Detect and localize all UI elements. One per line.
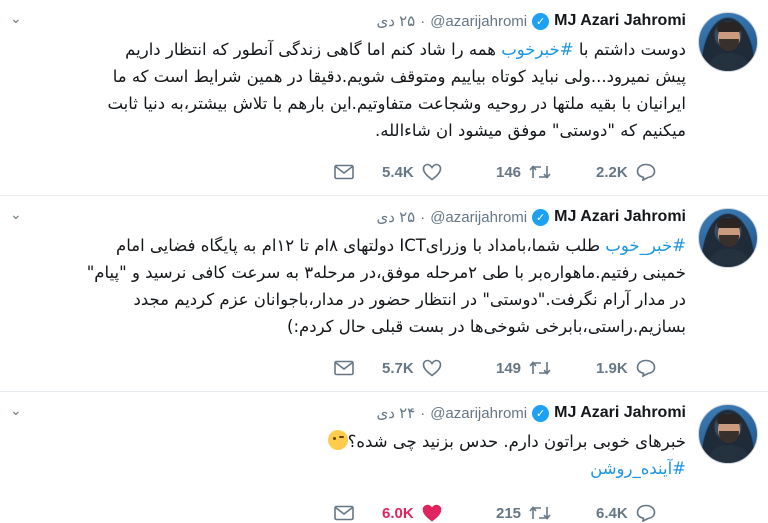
separator-dot: ·: [420, 208, 426, 226]
user-handle[interactable]: @azarijahromi: [430, 405, 527, 422]
tweet[interactable]: ⌄ ۲۵ دی · @azarijahromi ✓ MJ Azari Jahro…: [0, 196, 768, 392]
retweet-icon: [529, 361, 551, 375]
chevron-down-icon[interactable]: ⌄: [10, 208, 24, 222]
retweet-count: 215: [496, 504, 522, 522]
like-button[interactable]: 5.4K: [382, 163, 442, 181]
tweet-header: ۲۵ دی · @azarijahromi ✓ MJ Azari Jahromi: [376, 206, 686, 228]
tweet-header: ۲۴ دی · @azarijahromi ✓ MJ Azari Jahromi: [376, 402, 686, 424]
retweet-button[interactable]: 149: [496, 360, 551, 377]
reply-icon: [636, 504, 655, 522]
heart-icon: [422, 359, 441, 377]
retweet-button[interactable]: 146: [496, 164, 551, 181]
heart-icon: [422, 163, 441, 181]
like-count: 5.4K: [382, 163, 414, 181]
chevron-down-icon[interactable]: ⌄: [10, 12, 24, 26]
tweet-line: دوست داشتم با #خبرخوب همه را شاد کنم اما…: [125, 40, 686, 59]
avatar[interactable]: [698, 404, 758, 464]
user-handle[interactable]: @azarijahromi: [430, 209, 527, 226]
tweet-text: خبرهای خوبی براتون دارم. حدس بزنید چی شد…: [86, 428, 686, 482]
hashtag-link[interactable]: #آینده_روشن: [86, 455, 686, 482]
mail-button[interactable]: [334, 164, 354, 180]
retweet-icon: [529, 165, 551, 179]
heart-icon: [422, 504, 441, 522]
avatar[interactable]: [698, 208, 758, 268]
tweet-actions: 5.4K 146 2.2K: [320, 160, 680, 184]
reply-icon: [636, 163, 655, 181]
tweet-line: ایرانیان با بقیه ملتها در روحیه وشجاعت م…: [107, 94, 686, 113]
like-count: 6.0K: [382, 504, 414, 522]
separator-dot: ·: [420, 12, 426, 30]
reply-count: 2.2K: [596, 163, 628, 181]
user-name[interactable]: MJ Azari Jahromi: [554, 404, 686, 422]
tweet-text: دوست داشتم با #خبرخوب همه را شاد کنم اما…: [86, 36, 686, 144]
hashtag-link[interactable]: #خبر_خوب: [605, 236, 686, 255]
verified-badge-icon: ✓: [532, 404, 550, 422]
tweet-line: در مدار آرام نگرفت."دوستی" در انتظار حضو…: [133, 290, 686, 309]
verified-badge-icon: ✓: [532, 208, 550, 226]
tweet[interactable]: ⌄ ۲۵ دی · @azarijahromi ✓ MJ Azari Jahro…: [0, 0, 768, 196]
tweet-line: خبرهای خوبی براتون دارم. حدس بزنید چی شد…: [86, 428, 686, 455]
retweet-count: 149: [496, 359, 522, 377]
mail-icon: [334, 360, 354, 376]
user-name[interactable]: MJ Azari Jahromi: [554, 208, 686, 226]
mail-icon: [334, 164, 354, 180]
tweet-line: میکنیم که "دوستی" موفق میشود ان شاءالله.: [375, 121, 686, 140]
tweet-date[interactable]: ۲۵ دی: [376, 12, 415, 30]
retweet-count: 146: [496, 163, 522, 181]
chevron-down-icon[interactable]: ⌄: [10, 404, 24, 418]
reply-button[interactable]: 2.2K: [596, 163, 656, 181]
verified-badge-icon: ✓: [532, 12, 550, 30]
reply-icon: [636, 359, 655, 377]
tweet-date[interactable]: ۲۵ دی: [376, 208, 415, 226]
reply-button[interactable]: 6.4K: [596, 504, 656, 522]
user-name[interactable]: MJ Azari Jahromi: [554, 12, 686, 30]
like-count: 5.7K: [382, 359, 414, 377]
tweet-actions: 6.0K 215 6.4K: [320, 501, 680, 523]
retweet-icon: [529, 506, 551, 520]
tweet-text: #خبر_خوب طلب شما،بامداد با وزرایICT دولت…: [86, 232, 686, 340]
mail-button[interactable]: [334, 505, 354, 521]
tweet-line: بسازیم.راستی،بابرخی شوخی‌ها در بست قبلی …: [287, 317, 686, 336]
tweet-header: ۲۵ دی · @azarijahromi ✓ MJ Azari Jahromi: [376, 10, 686, 32]
like-button[interactable]: 5.7K: [382, 359, 442, 377]
separator-dot: ·: [420, 404, 426, 422]
tweet[interactable]: ⌄ ۲۴ دی · @azarijahromi ✓ MJ Azari Jahro…: [0, 392, 768, 523]
like-button[interactable]: 6.0K: [382, 504, 442, 522]
tweet-line: #خبر_خوب طلب شما،بامداد با وزرایICT دولت…: [115, 236, 686, 255]
tweet-line: خمینی رفتیم.ماهواره‌بر با طی ۲مرحله موفق…: [86, 263, 686, 282]
avatar[interactable]: [698, 12, 758, 72]
winking-face-emoji: [327, 430, 348, 450]
reply-button[interactable]: 1.9K: [596, 359, 656, 377]
mail-icon: [334, 505, 354, 521]
retweet-button[interactable]: 215: [496, 505, 551, 522]
mail-button[interactable]: [334, 360, 354, 376]
tweet-line: پیش نمیرود...ولی نباید کوتاه بیاییم ومتو…: [112, 67, 686, 86]
hashtag-link[interactable]: #خبرخوب: [501, 40, 573, 59]
tweet-actions: 5.7K 149 1.9K: [320, 356, 680, 380]
reply-count: 6.4K: [596, 504, 628, 522]
user-handle[interactable]: @azarijahromi: [430, 13, 527, 30]
reply-count: 1.9K: [596, 359, 628, 377]
tweet-date[interactable]: ۲۴ دی: [376, 404, 415, 422]
